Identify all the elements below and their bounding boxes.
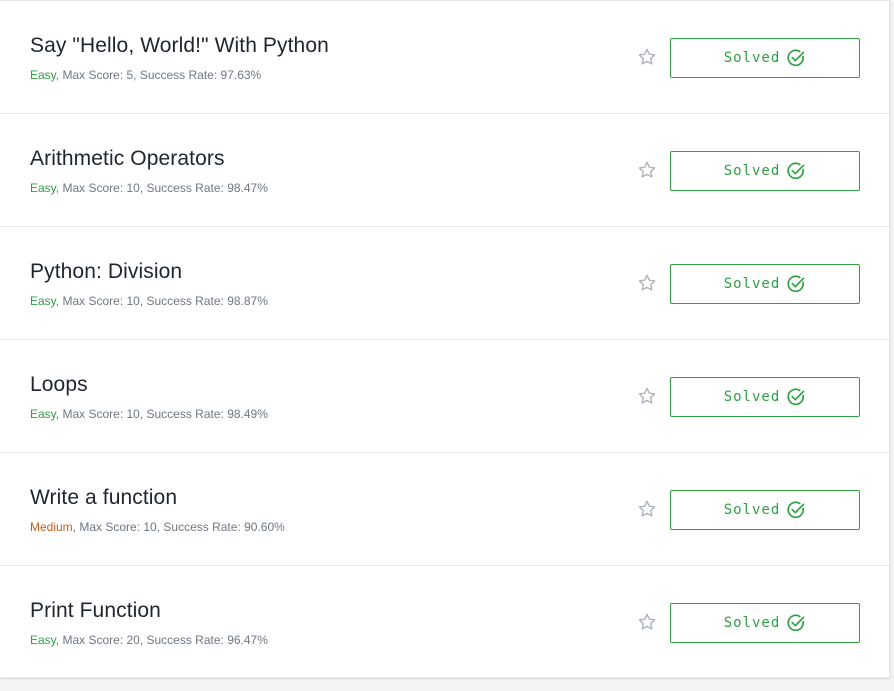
star-icon[interactable] bbox=[637, 47, 657, 67]
solved-button[interactable]: Solved bbox=[670, 603, 860, 643]
star-icon[interactable] bbox=[637, 499, 657, 519]
challenge-title[interactable]: Python: Division bbox=[30, 260, 182, 284]
check-circle-icon bbox=[787, 614, 805, 632]
solved-button[interactable]: Solved bbox=[670, 264, 860, 304]
solved-button[interactable]: Solved bbox=[670, 490, 860, 530]
difficulty-label: Medium bbox=[30, 520, 73, 534]
difficulty-label: Easy bbox=[30, 407, 56, 421]
check-circle-icon bbox=[787, 501, 805, 519]
score-rate-text: , Max Score: 10, Success Rate: 98.47% bbox=[55, 181, 268, 195]
check-circle-icon bbox=[787, 388, 805, 406]
difficulty-label: Easy bbox=[30, 633, 56, 647]
score-rate-text: , Max Score: 10, Success Rate: 90.60% bbox=[72, 520, 285, 534]
challenge-list: Say "Hello, World!" With Python Easy, Ma… bbox=[0, 0, 890, 678]
solved-label: Solved bbox=[723, 389, 781, 405]
challenge-title[interactable]: Write a function bbox=[30, 486, 177, 510]
challenge-title[interactable]: Loops bbox=[30, 373, 88, 397]
challenge-title[interactable]: Arithmetic Operators bbox=[30, 147, 225, 171]
score-rate-text: , Max Score: 10, Success Rate: 98.49% bbox=[55, 407, 268, 421]
check-circle-icon bbox=[787, 162, 805, 180]
challenge-title[interactable]: Say "Hello, World!" With Python bbox=[30, 34, 329, 58]
star-icon[interactable] bbox=[637, 273, 657, 293]
solved-label: Solved bbox=[723, 502, 781, 518]
solved-label: Solved bbox=[723, 276, 781, 292]
solved-label: Solved bbox=[723, 163, 781, 179]
challenge-card[interactable]: Write a function Medium, Max Score: 10, … bbox=[0, 453, 889, 566]
solved-button[interactable]: Solved bbox=[670, 377, 860, 417]
challenge-meta: Easy, Max Score: 10, Success Rate: 98.87… bbox=[30, 294, 268, 308]
challenge-meta: Medium, Max Score: 10, Success Rate: 90.… bbox=[30, 520, 285, 534]
challenge-title[interactable]: Print Function bbox=[30, 599, 161, 623]
check-circle-icon bbox=[787, 275, 805, 293]
solved-label: Solved bbox=[723, 615, 781, 631]
solved-button[interactable]: Solved bbox=[670, 38, 860, 78]
challenge-meta: Easy, Max Score: 10, Success Rate: 98.49… bbox=[30, 407, 268, 421]
star-icon[interactable] bbox=[637, 386, 657, 406]
challenge-card[interactable]: Python: Division Easy, Max Score: 10, Su… bbox=[0, 227, 889, 340]
difficulty-label: Easy bbox=[30, 181, 56, 195]
star-icon[interactable] bbox=[637, 160, 657, 180]
solved-label: Solved bbox=[723, 50, 781, 66]
score-rate-text: , Max Score: 20, Success Rate: 96.47% bbox=[55, 633, 268, 647]
challenge-card[interactable]: Print Function Easy, Max Score: 20, Succ… bbox=[0, 566, 889, 679]
score-rate-text: , Max Score: 5, Success Rate: 97.63% bbox=[55, 68, 262, 82]
challenge-card[interactable]: Loops Easy, Max Score: 10, Success Rate:… bbox=[0, 340, 889, 453]
difficulty-label: Easy bbox=[30, 294, 56, 308]
check-circle-icon bbox=[787, 49, 805, 67]
solved-button[interactable]: Solved bbox=[670, 151, 860, 191]
challenge-meta: Easy, Max Score: 20, Success Rate: 96.47… bbox=[30, 633, 268, 647]
score-rate-text: , Max Score: 10, Success Rate: 98.87% bbox=[55, 294, 268, 308]
challenge-meta: Easy, Max Score: 5, Success Rate: 97.63% bbox=[30, 68, 261, 82]
difficulty-label: Easy bbox=[30, 68, 56, 82]
challenge-card[interactable]: Arithmetic Operators Easy, Max Score: 10… bbox=[0, 114, 889, 227]
challenge-card[interactable]: Say "Hello, World!" With Python Easy, Ma… bbox=[0, 1, 889, 114]
star-icon[interactable] bbox=[637, 612, 657, 632]
challenge-meta: Easy, Max Score: 10, Success Rate: 98.47… bbox=[30, 181, 268, 195]
